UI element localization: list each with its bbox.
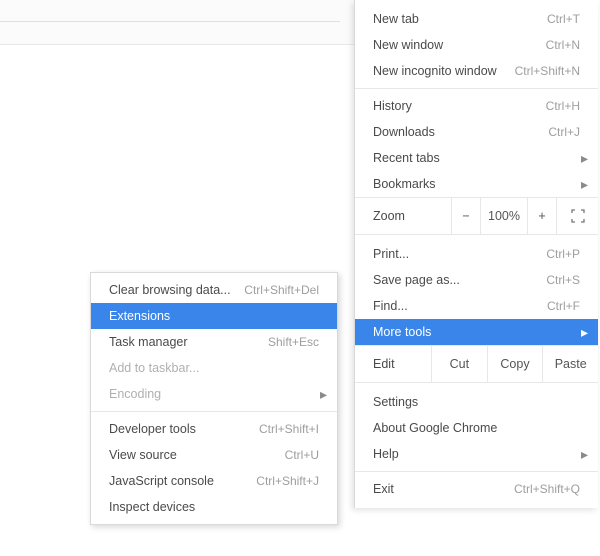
menu-save-page[interactable]: Save page as... Ctrl+S xyxy=(355,267,598,293)
submenu-task-manager[interactable]: Task manager Shift+Esc xyxy=(91,329,337,355)
zoom-value: 100% xyxy=(480,198,527,234)
zoom-label: Zoom xyxy=(355,198,451,234)
menu-label: Bookmarks xyxy=(373,177,580,191)
fullscreen-icon xyxy=(571,209,585,223)
copy-button[interactable]: Copy xyxy=(487,346,543,382)
page-divider xyxy=(0,21,340,22)
menu-exit[interactable]: Exit Ctrl+Shift+Q xyxy=(355,476,598,502)
menu-shortcut: Ctrl+J xyxy=(548,125,580,139)
menu-shortcut: Ctrl+Shift+Del xyxy=(244,283,319,297)
menu-divider xyxy=(91,411,337,412)
menu-shortcut: Ctrl+Shift+Q xyxy=(514,482,580,496)
menu-label: Encoding xyxy=(109,387,319,401)
menu-about[interactable]: About Google Chrome xyxy=(355,415,598,441)
menu-edit-bar: Edit Cut Copy Paste xyxy=(355,345,598,383)
menu-history[interactable]: History Ctrl+H xyxy=(355,93,598,119)
menu-bookmarks[interactable]: Bookmarks ▸ xyxy=(355,171,598,197)
menu-shortcut: Ctrl+T xyxy=(547,12,580,26)
menu-new-tab[interactable]: New tab Ctrl+T xyxy=(355,6,598,32)
menu-label: Downloads xyxy=(373,125,548,139)
zoom-out-button[interactable]: − xyxy=(451,198,480,234)
menu-settings[interactable]: Settings xyxy=(355,389,598,415)
menu-more-tools[interactable]: More tools ▸ xyxy=(355,319,598,345)
menu-label: Exit xyxy=(373,482,514,496)
fullscreen-button[interactable] xyxy=(556,198,598,234)
menu-label: Clear browsing data... xyxy=(109,283,244,297)
menu-shortcut: Shift+Esc xyxy=(268,335,319,349)
submenu-developer-tools[interactable]: Developer tools Ctrl+Shift+I xyxy=(91,416,337,442)
menu-label: Find... xyxy=(373,299,547,313)
menu-shortcut: Ctrl+Shift+J xyxy=(256,474,319,488)
menu-label: New tab xyxy=(373,12,547,26)
menu-shortcut: Ctrl+P xyxy=(546,247,580,261)
menu-shortcut: Ctrl+Shift+I xyxy=(259,422,319,436)
menu-shortcut: Ctrl+N xyxy=(546,38,580,52)
menu-print[interactable]: Print... Ctrl+P xyxy=(355,241,598,267)
menu-new-window[interactable]: New window Ctrl+N xyxy=(355,32,598,58)
submenu-encoding[interactable]: Encoding ▸ xyxy=(91,381,337,407)
chevron-right-icon: ▸ xyxy=(581,151,588,165)
chrome-main-menu: New tab Ctrl+T New window Ctrl+N New inc… xyxy=(354,0,598,508)
chevron-right-icon: ▸ xyxy=(581,447,588,461)
menu-divider xyxy=(355,88,598,89)
cut-button[interactable]: Cut xyxy=(431,346,487,382)
menu-downloads[interactable]: Downloads Ctrl+J xyxy=(355,119,598,145)
menu-shortcut: Ctrl+H xyxy=(546,99,580,113)
menu-label: View source xyxy=(109,448,285,462)
menu-label: Inspect devices xyxy=(109,500,319,514)
page-background xyxy=(0,0,355,45)
submenu-extensions[interactable]: Extensions xyxy=(91,303,337,329)
zoom-in-button[interactable]: + xyxy=(527,198,556,234)
chevron-right-icon: ▸ xyxy=(320,387,327,401)
menu-help[interactable]: Help ▸ xyxy=(355,441,598,467)
edit-label: Edit xyxy=(355,346,431,382)
menu-label: JavaScript console xyxy=(109,474,256,488)
menu-label: Save page as... xyxy=(373,273,546,287)
menu-shortcut: Ctrl+S xyxy=(546,273,580,287)
chevron-right-icon: ▸ xyxy=(581,177,588,191)
more-tools-submenu: Clear browsing data... Ctrl+Shift+Del Ex… xyxy=(90,272,338,525)
menu-divider xyxy=(355,471,598,472)
menu-label: Developer tools xyxy=(109,422,259,436)
submenu-js-console[interactable]: JavaScript console Ctrl+Shift+J xyxy=(91,468,337,494)
menu-label: Add to taskbar... xyxy=(109,361,319,375)
menu-label: History xyxy=(373,99,546,113)
menu-label: About Google Chrome xyxy=(373,421,580,435)
menu-recent-tabs[interactable]: Recent tabs ▸ xyxy=(355,145,598,171)
menu-label: Print... xyxy=(373,247,546,261)
menu-label: Settings xyxy=(373,395,580,409)
menu-shortcut: Ctrl+F xyxy=(547,299,580,313)
submenu-inspect-devices[interactable]: Inspect devices xyxy=(91,494,337,520)
menu-find[interactable]: Find... Ctrl+F xyxy=(355,293,598,319)
menu-new-incognito[interactable]: New incognito window Ctrl+Shift+N xyxy=(355,58,598,84)
submenu-view-source[interactable]: View source Ctrl+U xyxy=(91,442,337,468)
chevron-right-icon: ▸ xyxy=(581,325,588,339)
paste-button[interactable]: Paste xyxy=(542,346,598,382)
submenu-clear-browsing-data[interactable]: Clear browsing data... Ctrl+Shift+Del xyxy=(91,277,337,303)
menu-zoom-row: Zoom − 100% + xyxy=(355,197,598,235)
menu-label: More tools xyxy=(373,325,580,339)
submenu-add-to-taskbar: Add to taskbar... xyxy=(91,355,337,381)
menu-label: Recent tabs xyxy=(373,151,580,165)
menu-label: Extensions xyxy=(109,309,319,323)
menu-label: Task manager xyxy=(109,335,268,349)
menu-shortcut: Ctrl+U xyxy=(285,448,319,462)
menu-label: New window xyxy=(373,38,546,52)
menu-label: New incognito window xyxy=(373,64,515,78)
menu-shortcut: Ctrl+Shift+N xyxy=(515,64,580,78)
menu-label: Help xyxy=(373,447,580,461)
